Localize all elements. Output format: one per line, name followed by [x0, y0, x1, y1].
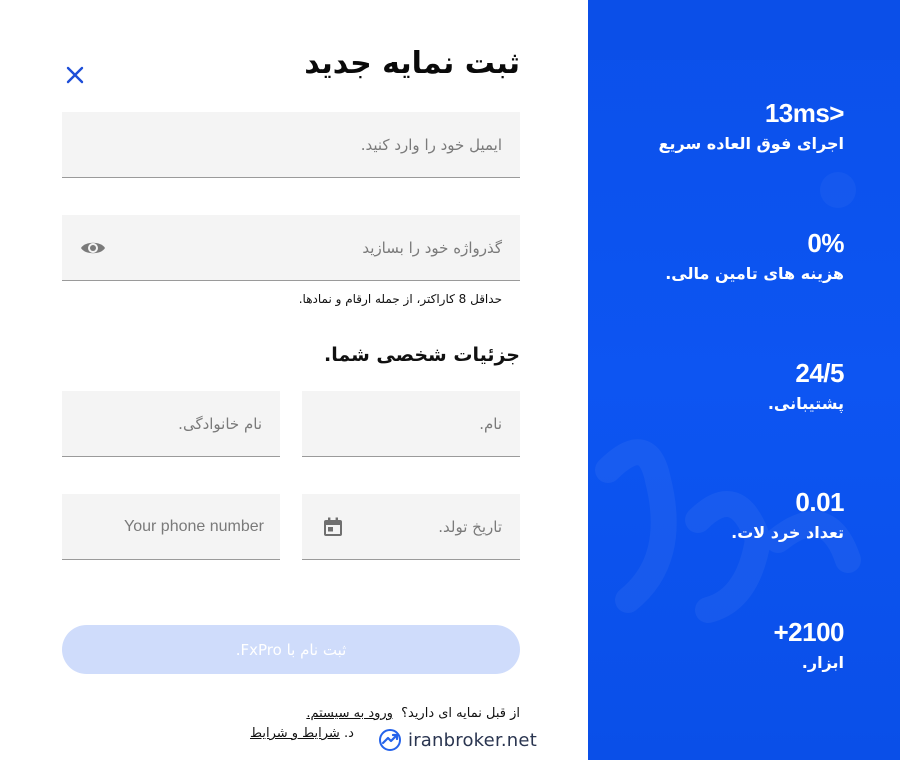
have-account-text: از قبل نمایه ای دارید؟ — [401, 706, 520, 721]
login-prompt: از قبل نمایه ای دارید؟ ورود به سیستم. — [306, 706, 520, 721]
stat-value: +2100 — [773, 617, 844, 647]
terms-link[interactable]: شرایط و شرایط — [250, 726, 340, 741]
watermark-text: iranbroker.net — [408, 729, 537, 751]
stat-funding-cost: 0% هزینه های تامین مالی. — [665, 228, 844, 283]
stat-label: پشتیبانی. — [767, 394, 844, 413]
password-hint: حداقل 8 کاراکتر، از جمله ارقام و نمادها. — [298, 292, 502, 306]
stat-support: 24/5 پشتیبانی. — [767, 358, 845, 413]
signup-form-panel: ثبت نمایه جدید ایمیل خود را وارد کنید. گ… — [0, 0, 588, 760]
stat-micro-lot: 0.01 تعداد خرد لات. — [731, 487, 844, 542]
trend-chart-icon — [379, 729, 401, 751]
signup-submit-button[interactable]: ثبت نام با FxPro. — [62, 625, 520, 674]
terms-line: د. شرایط و شرایط — [250, 726, 354, 741]
watermark: iranbroker.net — [378, 728, 537, 752]
login-link[interactable]: ورود به سیستم. — [306, 706, 393, 721]
stat-value: 0% — [807, 228, 844, 258]
phone-field[interactable]: Your phone number — [62, 494, 280, 560]
email-placeholder: ایمیل خود را وارد کنید. — [360, 135, 502, 154]
terms-prefix: د. — [343, 726, 354, 741]
personal-details-heading: جزئیات شخصی شما. — [324, 344, 520, 366]
eye-icon[interactable] — [80, 239, 106, 257]
stat-label: هزینه های تامین مالی. — [665, 264, 844, 283]
close-icon[interactable] — [64, 64, 86, 86]
stat-value: 0.01 — [795, 487, 844, 517]
password-field[interactable]: گذرواژه خود را بسازید — [62, 215, 520, 281]
birth-date-placeholder: تاریخ تولد. — [438, 517, 502, 536]
stat-label: اجرای فوق العاده سریع — [658, 134, 844, 153]
last-name-placeholder: نام خانوادگی. — [178, 414, 262, 433]
phone-placeholder: Your phone number — [124, 517, 264, 535]
stat-execution: 13ms> اجرای فوق العاده سریع — [658, 98, 845, 153]
password-placeholder: گذرواژه خود را بسازید — [362, 238, 502, 257]
first-name-placeholder: نام. — [479, 414, 502, 433]
first-name-field[interactable]: نام. — [302, 391, 520, 457]
features-panel: 13ms> اجرای فوق العاده سریع 0% هزینه های… — [588, 0, 900, 760]
stat-label: تعداد خرد لات. — [731, 523, 844, 542]
stat-value: 24/5 — [795, 358, 844, 388]
stat-label: ابزار. — [801, 653, 844, 672]
stat-value: 13ms> — [764, 98, 845, 128]
stat-instruments: +2100 ابزار. — [773, 617, 844, 672]
calendar-icon[interactable] — [322, 516, 344, 538]
page-title: ثبت نمایه جدید — [304, 46, 520, 81]
email-field[interactable]: ایمیل خود را وارد کنید. — [62, 112, 520, 178]
birth-date-field[interactable]: تاریخ تولد. — [302, 494, 520, 560]
last-name-field[interactable]: نام خانوادگی. — [62, 391, 280, 457]
